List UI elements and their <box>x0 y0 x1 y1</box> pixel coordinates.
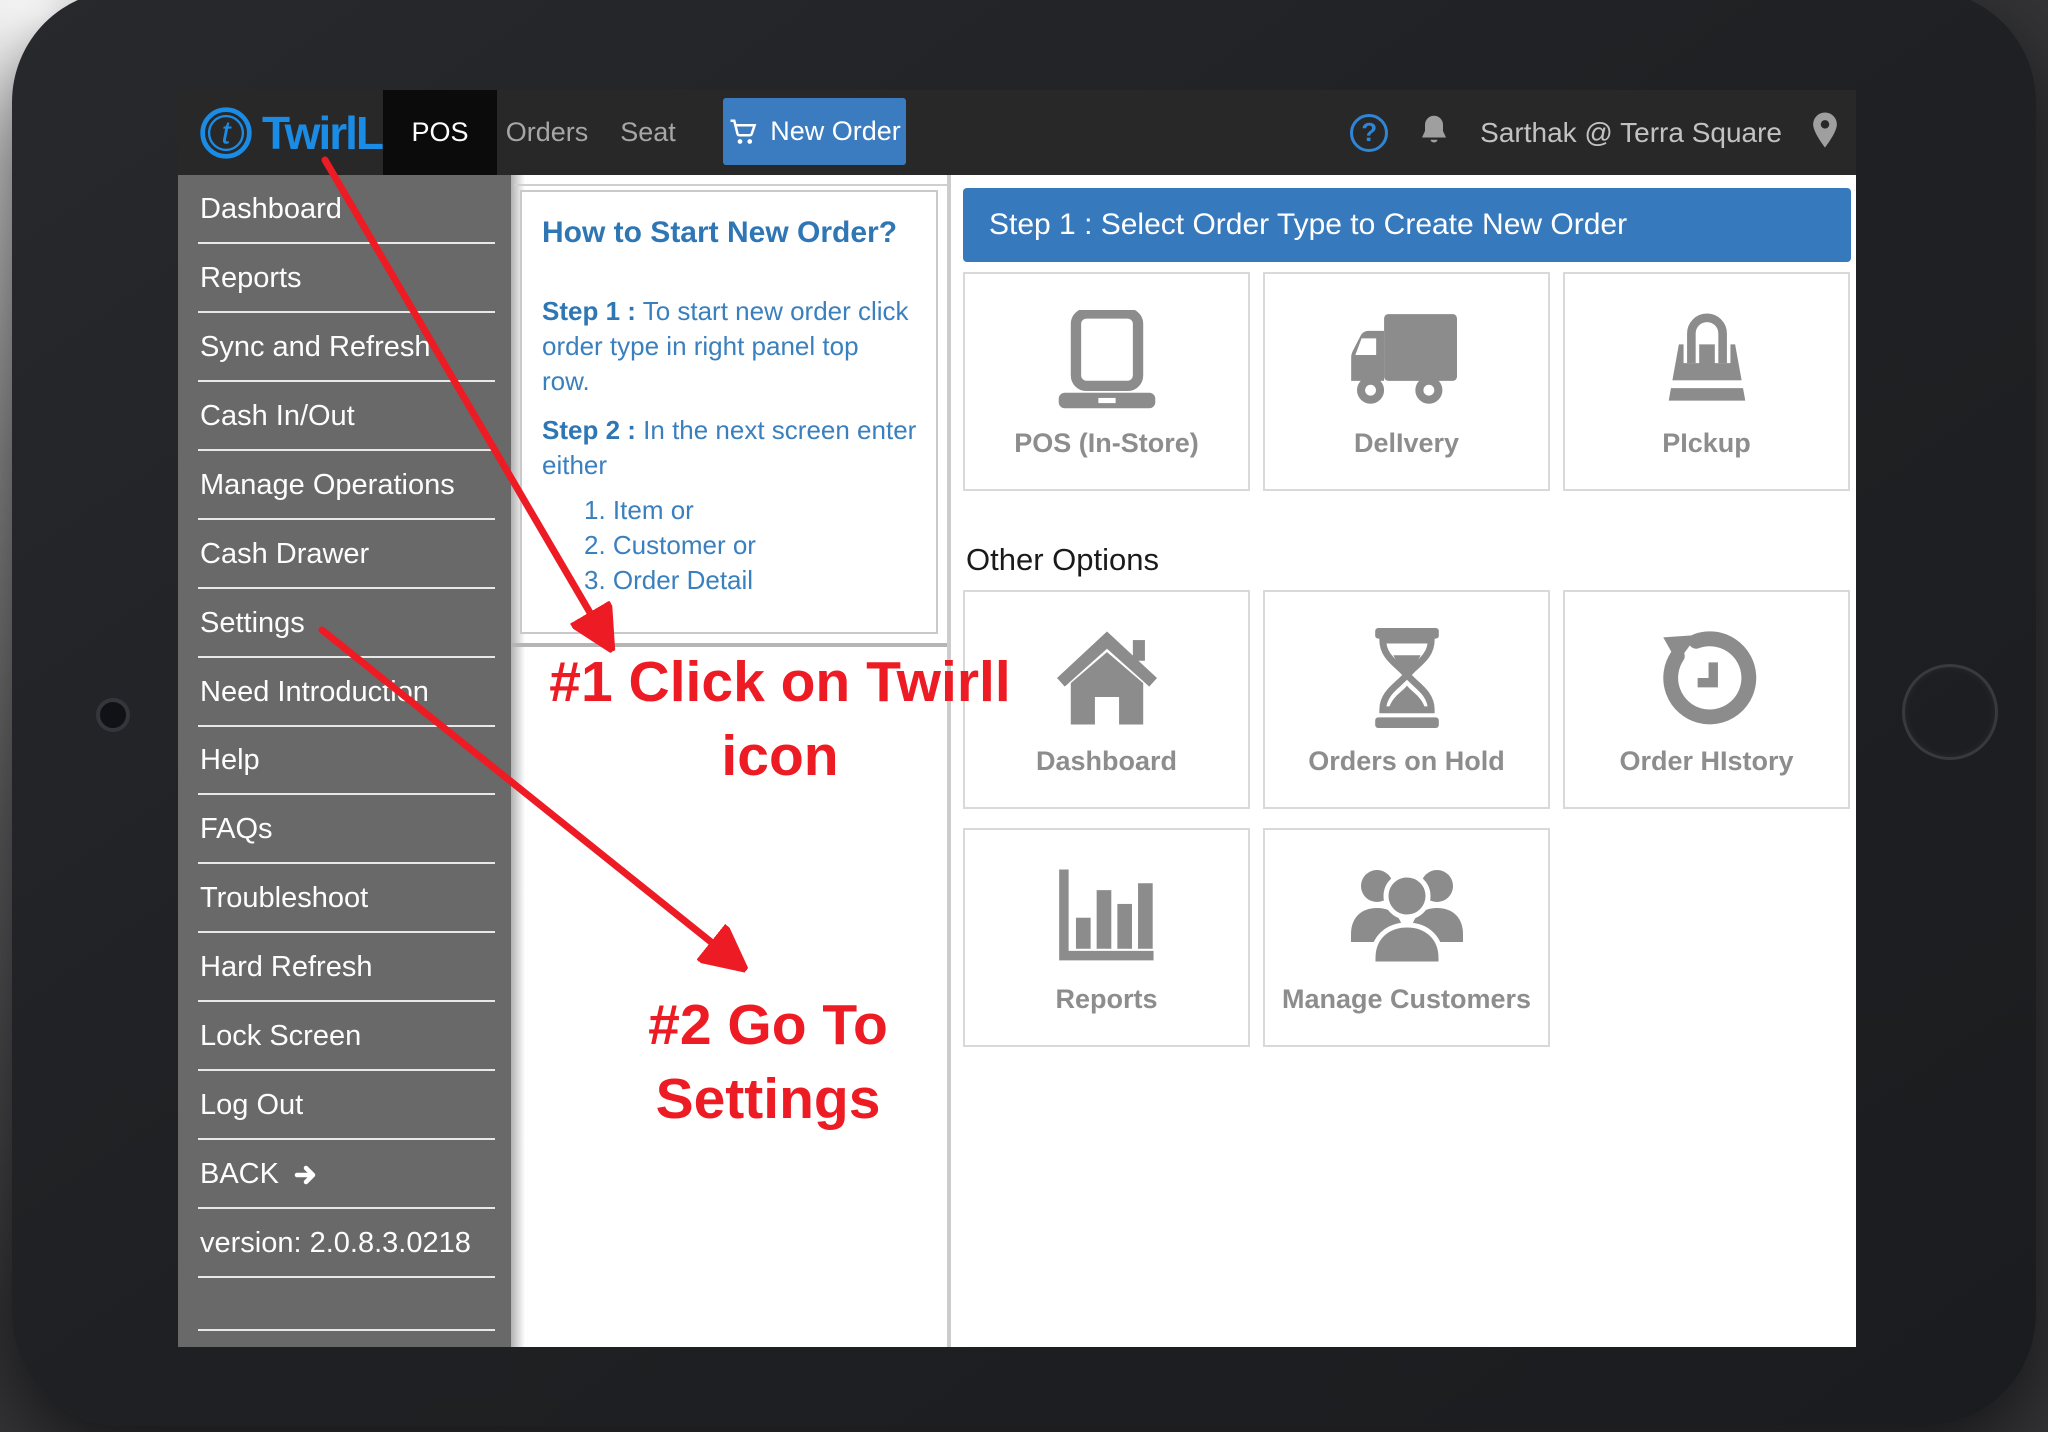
svg-text:t: t <box>221 113 232 150</box>
sidebar-item-hard-refresh[interactable]: Hard Refresh <box>178 933 511 1003</box>
sidebar-item-label: Cash In/Out <box>200 399 355 432</box>
new-order-label: New Order <box>770 116 901 146</box>
step1-paragraph: Step 1 : To start new order click order … <box>542 294 920 399</box>
help-icon[interactable]: ? <box>1350 113 1389 152</box>
step2-option: 2. Customer or <box>584 530 756 560</box>
tile-manage-customers[interactable]: Manage Customers <box>1263 828 1550 1047</box>
tile-pickup[interactable]: PIckup <box>1563 272 1850 491</box>
home-icon <box>1032 628 1182 728</box>
shopping-bag-icon <box>1632 310 1782 410</box>
sidebar-menu: Dashboard Reports Sync and Refresh Cash In/… <box>178 175 511 1347</box>
history-icon <box>1632 628 1782 728</box>
sidebar-item-cash-in-out[interactable]: Cash In/Out <box>178 382 511 451</box>
tile-label: Manage Customers <box>1281 984 1532 1014</box>
sidebar-filler <box>178 1278 511 1347</box>
order-type-tiles-row: POS (In-Store) DelIvery PIckup <box>963 272 1850 491</box>
tab-seat[interactable]: Seat <box>606 90 690 175</box>
tile-delivery[interactable]: DelIvery <box>1263 272 1550 491</box>
tile-label: POS (In-Store) <box>1014 428 1199 458</box>
laptop-icon <box>1032 310 1182 410</box>
sidebar-item-troubleshoot[interactable]: Troubleshoot <box>178 864 511 934</box>
sidebar-item-label: Manage Operations <box>200 468 455 501</box>
other-options-heading: Other Options <box>966 542 1159 577</box>
truck-icon <box>1332 310 1482 410</box>
sidebar-item-cash-drawer[interactable]: Cash Drawer <box>178 520 511 589</box>
sidebar-item-label: Reports <box>200 261 302 294</box>
sidebar-item-label: BACK <box>200 1158 279 1191</box>
sidebar-item-back[interactable]: BACK <box>178 1140 511 1210</box>
cart-icon <box>728 117 758 147</box>
sidebar-item-sync-and-refresh[interactable]: Sync and Refresh <box>178 313 511 382</box>
hourglass-icon <box>1332 628 1482 728</box>
arrow-right-icon <box>291 1163 321 1187</box>
sidebar-item-label: FAQs <box>200 813 273 846</box>
bar-chart-icon <box>1032 866 1182 966</box>
front-camera <box>96 698 130 732</box>
top-navbar: t TwirlL POS Orders Seat New Order ? Sarth… <box>178 90 1856 175</box>
sidebar-item-faqs[interactable]: FAQs <box>178 795 511 865</box>
navbar-right-cluster: ? Sarthak @ Terra Square <box>1350 90 1840 175</box>
annotation-note-1-line1: #1 Click on Twirll <box>549 650 1011 714</box>
sidebar-item-log-out[interactable]: Log Out <box>178 1071 511 1141</box>
annotation-note-1-line2: icon <box>721 724 839 788</box>
sidebar-item-label: Lock Screen <box>200 1020 362 1053</box>
sidebar-item-label: Troubleshoot <box>200 882 369 915</box>
tile-pos-in-store[interactable]: POS (In-Store) <box>963 272 1250 491</box>
sidebar-item-settings[interactable]: Settings <box>178 589 511 658</box>
tile-label: Order HIstory <box>1619 746 1794 776</box>
twirll-logo[interactable]: t TwirlL <box>198 90 384 175</box>
how-to-title: How to Start New Order? <box>542 216 898 249</box>
step2-option: 3. Order Detail <box>584 565 754 595</box>
tab-orders[interactable]: Orders <box>497 90 597 175</box>
how-to-panel: How to Start New Order? Step 1 : To star… <box>520 190 938 634</box>
sidebar-item-help[interactable]: Help <box>178 727 511 796</box>
sidebar-item-need-introduction[interactable]: Need Introduction <box>178 658 511 727</box>
sidebar-item-label: Sync and Refresh <box>200 330 431 363</box>
select-order-type-header: Step 1 : Select Order Type to Create New… <box>963 188 1851 262</box>
brand-name: TwirlL <box>262 106 384 159</box>
user-location-label[interactable]: Sarthak @ Terra Square <box>1480 117 1782 149</box>
sidebar-item-label: Help <box>200 744 260 777</box>
annotation-note-1: #1 Click on Twirll icon <box>540 645 1020 793</box>
new-order-button[interactable]: New Order <box>723 98 906 165</box>
other-options-tiles-row1: Dashboard Orders on Hold Order HIstory <box>963 590 1850 809</box>
help-panel-top-border <box>514 184 950 186</box>
sidebar-item-label: Settings <box>200 606 305 639</box>
sidebar-item-lock-screen[interactable]: Lock Screen <box>178 1002 511 1072</box>
sidebar-item-label: Need Introduction <box>200 675 429 708</box>
step2-option: 1. Item or <box>584 495 694 525</box>
tile-label: Orders on Hold <box>1308 746 1505 776</box>
people-icon <box>1332 866 1482 966</box>
location-pin-icon[interactable] <box>1810 111 1840 154</box>
tab-pos[interactable]: POS <box>383 90 497 175</box>
notifications-bell-icon[interactable] <box>1416 112 1452 153</box>
step2-label: Step 2 : <box>542 415 636 445</box>
step2-paragraph: Step 2 : In the next screen enter either <box>542 413 920 483</box>
sidebar-item-label: version: 2.0.8.3.0218 <box>200 1227 471 1260</box>
sidebar-item-label: Hard Refresh <box>200 951 373 984</box>
sidebar-item-dashboard[interactable]: Dashboard <box>178 175 511 244</box>
step2-options-list: 1. Item or 2. Customer or 3. Order Detail <box>542 493 920 598</box>
sidebar-item-reports[interactable]: Reports <box>178 244 511 313</box>
screenshot-stage: t TwirlL POS Orders Seat New Order ? Sarth… <box>0 0 2048 1432</box>
step1-label: Step 1 : <box>542 296 636 326</box>
tile-label: DelIvery <box>1353 428 1460 458</box>
sidebar-item-label: Dashboard <box>200 192 342 225</box>
other-options-tiles-row2: Reports Manage Customers <box>963 828 1550 1047</box>
bezel-ring-highlight <box>1902 664 1998 760</box>
sidebar-item-manage-operations[interactable]: Manage Operations <box>178 451 511 520</box>
tile-order-history[interactable]: Order HIstory <box>1563 590 1850 809</box>
sidebar-item-label: Cash Drawer <box>200 537 370 570</box>
tile-orders-on-hold[interactable]: Orders on Hold <box>1263 590 1550 809</box>
tile-label: PIckup <box>1662 428 1751 458</box>
sidebar-item-label: Log Out <box>200 1089 304 1122</box>
twirll-logo-icon: t <box>200 106 252 159</box>
annotation-note-2: #2 Go To Settings <box>648 993 888 1131</box>
version-label: version: 2.0.8.3.0218 <box>178 1209 511 1278</box>
